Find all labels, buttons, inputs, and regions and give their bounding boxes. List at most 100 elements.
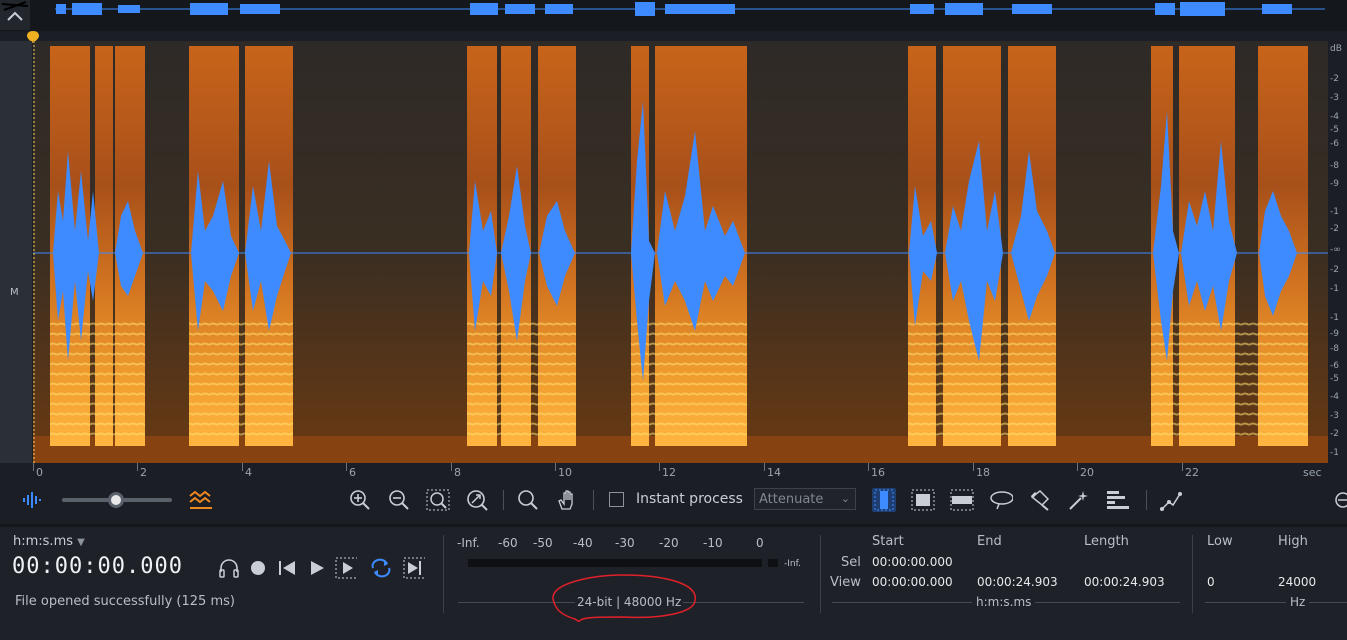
db-label: -4 xyxy=(1330,392,1339,402)
db-label: -6 xyxy=(1330,139,1339,149)
db-label: dB xyxy=(1330,44,1342,54)
meter-scale-label: -10 xyxy=(703,536,723,550)
chevron-down-icon: ▼ xyxy=(77,537,85,548)
meter-scale-label: -40 xyxy=(573,536,593,550)
db-label: -1 xyxy=(1330,207,1339,217)
time-format-label: h:m:s.ms xyxy=(13,534,74,549)
chevron-down-icon: ⌄ xyxy=(840,492,850,505)
magic-wand-icon[interactable] xyxy=(1067,488,1091,512)
level-meter-bar xyxy=(468,559,762,567)
more-tools-icon[interactable] xyxy=(1333,488,1347,512)
db-label: -9 xyxy=(1330,329,1339,339)
zoom-fit-icon[interactable] xyxy=(465,488,489,512)
time-label: 2 xyxy=(140,466,147,479)
zoom-selection-icon[interactable] xyxy=(426,488,450,512)
time-label: 8 xyxy=(454,466,461,479)
skip-to-end-icon[interactable] xyxy=(403,557,425,579)
overview-waveform xyxy=(55,2,1325,16)
time-label: 10 xyxy=(558,466,572,479)
peak-meter-bar xyxy=(768,559,778,567)
time-format-selector[interactable]: h:m:s.ms ▼ xyxy=(13,534,85,549)
channel-label: M xyxy=(10,287,19,298)
db-label: -3 xyxy=(1330,93,1339,103)
zoom-out-icon[interactable] xyxy=(387,488,411,512)
bottom-panel: h:m:s.ms ▼ 00:00:00.000 File opened succ… xyxy=(0,527,1347,640)
pointer-icon[interactable] xyxy=(1159,488,1183,512)
time-ruler[interactable]: 0 2 4 6 8 10 12 14 16 18 20 22 sec xyxy=(33,463,1347,483)
db-label: -3 xyxy=(1330,411,1339,421)
loop-icon[interactable] xyxy=(369,557,391,579)
db-label: -1 xyxy=(1330,448,1339,458)
skip-to-start-icon[interactable] xyxy=(276,557,298,579)
magnify-icon[interactable] xyxy=(516,488,540,512)
spectrogram-view[interactable] xyxy=(33,41,1328,463)
brush-icon[interactable] xyxy=(1028,488,1052,512)
waveform-overview[interactable] xyxy=(0,0,1347,31)
meter-scale-label: -60 xyxy=(498,536,518,550)
play-selection-icon[interactable] xyxy=(335,557,357,579)
record-icon[interactable] xyxy=(247,557,269,579)
db-label: -2 xyxy=(1330,265,1339,275)
db-label: -1 xyxy=(1330,284,1339,294)
meter-scale-label: -50 xyxy=(533,536,553,550)
time-label: 14 xyxy=(767,466,781,479)
meter-scale-label: -20 xyxy=(659,536,679,550)
meter-scale-label: 0 xyxy=(756,536,764,550)
status-message: File opened successfully (125 ms) xyxy=(15,594,235,609)
annotation-circle xyxy=(552,574,696,623)
freq-unit-label: Hz xyxy=(1286,595,1310,609)
db-label: -1 xyxy=(1330,313,1339,323)
db-label: -4 xyxy=(1330,112,1339,122)
hand-icon[interactable] xyxy=(555,488,579,512)
time-label: 12 xyxy=(662,466,676,479)
view-low-field[interactable]: 0 xyxy=(1207,575,1215,589)
view-toolbar: Instant process Attenuate ⌄ xyxy=(0,484,1347,516)
db-label: -2 xyxy=(1330,74,1339,84)
spectrogram-canvas xyxy=(33,41,1328,463)
db-label: -6 xyxy=(1330,361,1339,371)
time-select-icon[interactable] xyxy=(872,488,896,512)
db-label: -8 xyxy=(1330,161,1339,171)
view-row-label: View xyxy=(830,575,861,590)
peak-readout: -Inf. xyxy=(784,559,801,569)
db-label: -2 xyxy=(1330,224,1339,234)
instant-process-checkbox[interactable] xyxy=(609,492,624,507)
db-ruler: dB -2 -3 -4 -5 -6 -8 -9 -1 -2 -∞ -2 -1 -… xyxy=(1328,41,1347,463)
view-end-field[interactable]: 00:00:24.903 xyxy=(977,575,1058,589)
waveform-toggle-icon[interactable] xyxy=(20,488,44,512)
collapse-overview-button[interactable] xyxy=(0,0,30,30)
headphones-icon[interactable] xyxy=(218,557,240,579)
low-header: Low xyxy=(1207,534,1233,549)
sel-row-label: Sel xyxy=(841,555,861,570)
track-header: M xyxy=(0,41,32,463)
harmonic-select-icon[interactable] xyxy=(1106,488,1130,512)
time-label: 18 xyxy=(976,466,990,479)
time-label: 22 xyxy=(1185,466,1199,479)
db-label: -8 xyxy=(1330,344,1339,354)
play-icon[interactable] xyxy=(306,557,328,579)
instant-process-label: Instant process xyxy=(636,491,743,507)
db-label: -5 xyxy=(1330,125,1339,135)
time-frequency-select-icon[interactable] xyxy=(911,488,935,512)
length-header: Length xyxy=(1084,534,1129,549)
zoom-in-icon[interactable] xyxy=(348,488,372,512)
time-label: 20 xyxy=(1080,466,1094,479)
time-label: 6 xyxy=(349,466,356,479)
time-label: 16 xyxy=(871,466,885,479)
lasso-icon[interactable] xyxy=(989,488,1013,512)
frequency-select-icon[interactable] xyxy=(950,488,974,512)
view-high-field[interactable]: 24000 xyxy=(1278,575,1316,589)
instant-process-mode-select[interactable]: Attenuate ⌄ xyxy=(754,488,856,510)
view-start-field[interactable]: 00:00:00.000 xyxy=(872,575,953,589)
end-header: End xyxy=(977,534,1002,549)
spectrogram-toggle-icon[interactable] xyxy=(188,488,212,512)
sel-start-field[interactable]: 00:00:00.000 xyxy=(872,555,953,569)
time-unit-label: sec xyxy=(1303,466,1322,479)
meter-scale-label: -30 xyxy=(615,536,635,550)
view-length-field[interactable]: 00:00:24.903 xyxy=(1084,575,1165,589)
time-label: 0 xyxy=(36,466,43,479)
db-label: -2 xyxy=(1330,429,1339,439)
freq-unit-divider xyxy=(1205,602,1347,603)
db-label: -5 xyxy=(1330,374,1339,384)
opacity-slider-handle[interactable] xyxy=(108,492,124,508)
